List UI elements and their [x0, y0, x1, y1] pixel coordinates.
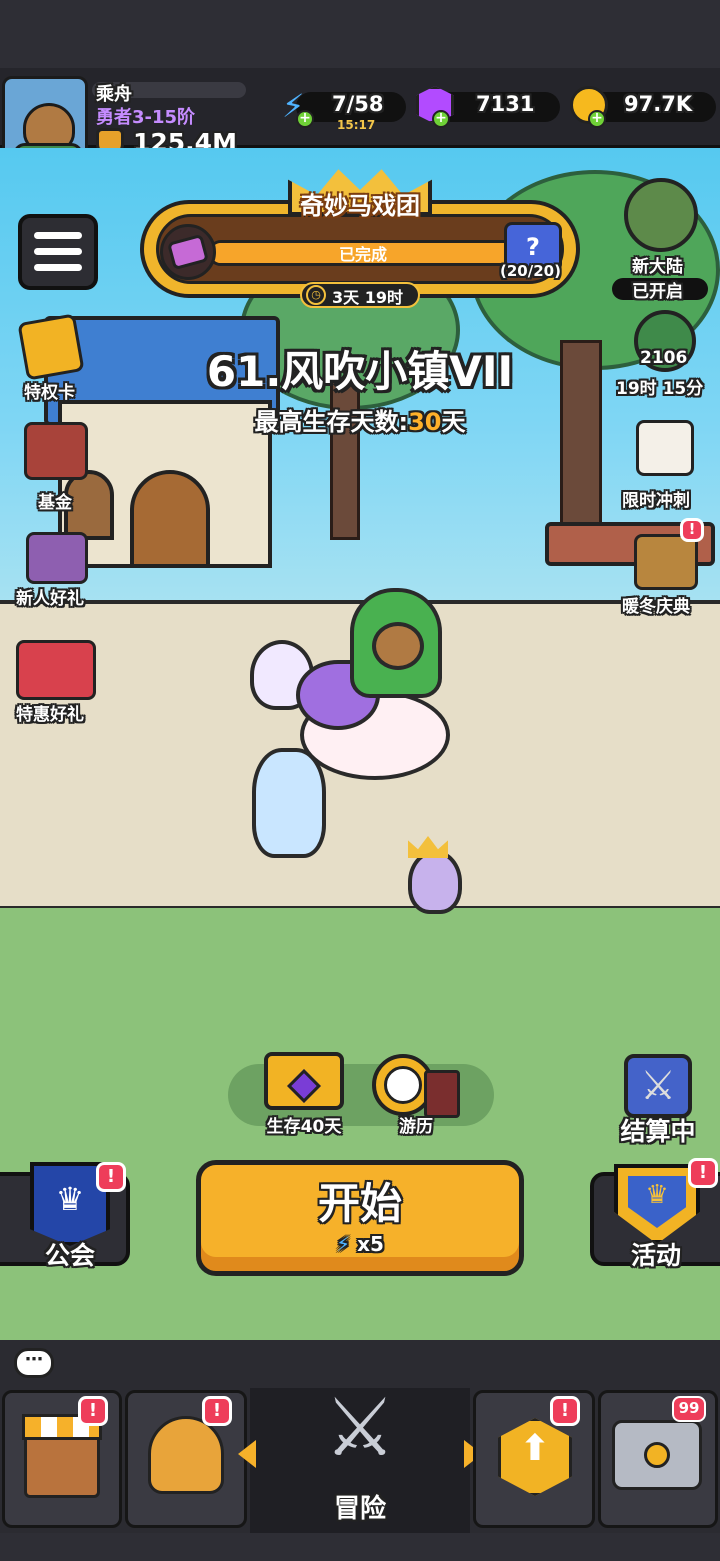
- event-timer: 3天 19时: [332, 288, 403, 307]
- system-status-bar: [0, 0, 720, 68]
- clock-icon: ◷: [306, 285, 326, 305]
- special-gift-label: 特惠好礼: [16, 705, 84, 725]
- activity-alert-badge: !: [688, 1158, 718, 1188]
- event-count: (20/20): [500, 262, 561, 280]
- helmet-icon: [148, 1416, 224, 1494]
- tab-adventure-label: 冒险: [333, 1494, 386, 1524]
- chat-icon[interactable]: ⋯: [14, 1348, 54, 1378]
- winter-festival-label: 暖冬庆典: [622, 597, 690, 617]
- guild-label: 公会: [44, 1241, 95, 1270]
- survival-prefix: 最高生存天数:: [254, 408, 409, 436]
- travel-book-icon: [424, 1070, 460, 1118]
- new-continent-label: 新大陆: [632, 257, 683, 277]
- player-rank: 勇者3-15阶: [96, 107, 196, 128]
- travel-label: 游历: [399, 1117, 433, 1137]
- system-nav-bar: [0, 1533, 720, 1561]
- lock-icon: [644, 1442, 670, 1468]
- crossed-swords-icon: ⚔: [324, 1381, 396, 1474]
- fund-icon[interactable]: [24, 422, 88, 480]
- calendar-icon[interactable]: [636, 420, 694, 476]
- survival-record: 最高生存天数:30天: [160, 402, 560, 437]
- event-status: 已完成: [338, 245, 387, 264]
- winter-festival-icon[interactable]: [634, 534, 698, 590]
- energy-icon: ⚡: [336, 1232, 351, 1256]
- survival-chest-label: 生存40天: [266, 1117, 342, 1137]
- shop-alert-badge: !: [78, 1396, 108, 1426]
- energy-value: 7/58: [332, 92, 384, 116]
- settlement-label: 结算中: [620, 1117, 696, 1146]
- start-cost-value: x5: [357, 1232, 384, 1256]
- upgrade-alert-badge: !: [550, 1396, 580, 1426]
- equipment-alert-badge: !: [202, 1396, 232, 1426]
- tree-trunk: [560, 340, 602, 540]
- gem-value: 7131: [476, 92, 535, 116]
- ice-fairy-pet: [252, 748, 326, 858]
- survival-suffix: 天: [441, 408, 466, 436]
- menu-icon: [34, 232, 82, 239]
- menu-icon: [34, 248, 82, 255]
- coin-value: 97.7K: [624, 92, 693, 116]
- privilege-card-label: 特权卡: [24, 383, 75, 403]
- event-title: 奇妙马戏团: [300, 192, 420, 220]
- up-arrow-icon: ⬆: [519, 1428, 551, 1469]
- fund-label: 基金: [38, 493, 72, 513]
- special-gift-icon[interactable]: [16, 640, 96, 700]
- crossed-swords-icon: ⚔: [640, 1063, 676, 1109]
- arrow-left-icon: [238, 1440, 256, 1468]
- new-continent-status: 已开启: [632, 282, 683, 302]
- newbie-gift-icon[interactable]: [26, 532, 88, 584]
- capybara-hero-face: [372, 622, 424, 670]
- activity-crown-icon: ♛: [645, 1180, 669, 1210]
- activity-label: 活动: [630, 1241, 681, 1270]
- newbie-gift-label: 新人好礼: [16, 589, 84, 609]
- survival-days: 30: [408, 408, 442, 436]
- limited-sprint-label: 限时冲刺: [622, 491, 690, 511]
- star-timer: 19时 15分: [616, 379, 704, 399]
- house-door: [130, 470, 210, 568]
- guild-alert-badge: !: [96, 1162, 126, 1192]
- star-points: 2106: [640, 348, 688, 368]
- energy-timer: 15:17: [337, 118, 376, 132]
- alert-badge: !: [680, 518, 704, 542]
- start-energy-cost: ⚡ x5: [196, 1232, 524, 1256]
- add-gem-icon[interactable]: +: [432, 110, 450, 128]
- menu-icon: [34, 264, 82, 271]
- new-continent-globe-icon[interactable]: [624, 178, 698, 252]
- privilege-card-icon[interactable]: [17, 313, 85, 381]
- start-label: 开始: [317, 1179, 402, 1228]
- add-energy-icon[interactable]: +: [296, 110, 314, 128]
- compass-icon: [384, 1066, 422, 1104]
- king-egg-pet: [408, 850, 462, 914]
- level-name: 61.风吹小镇VII: [206, 347, 514, 396]
- add-coin-icon[interactable]: +: [588, 110, 606, 128]
- treasure-count-badge: 99: [672, 1396, 706, 1422]
